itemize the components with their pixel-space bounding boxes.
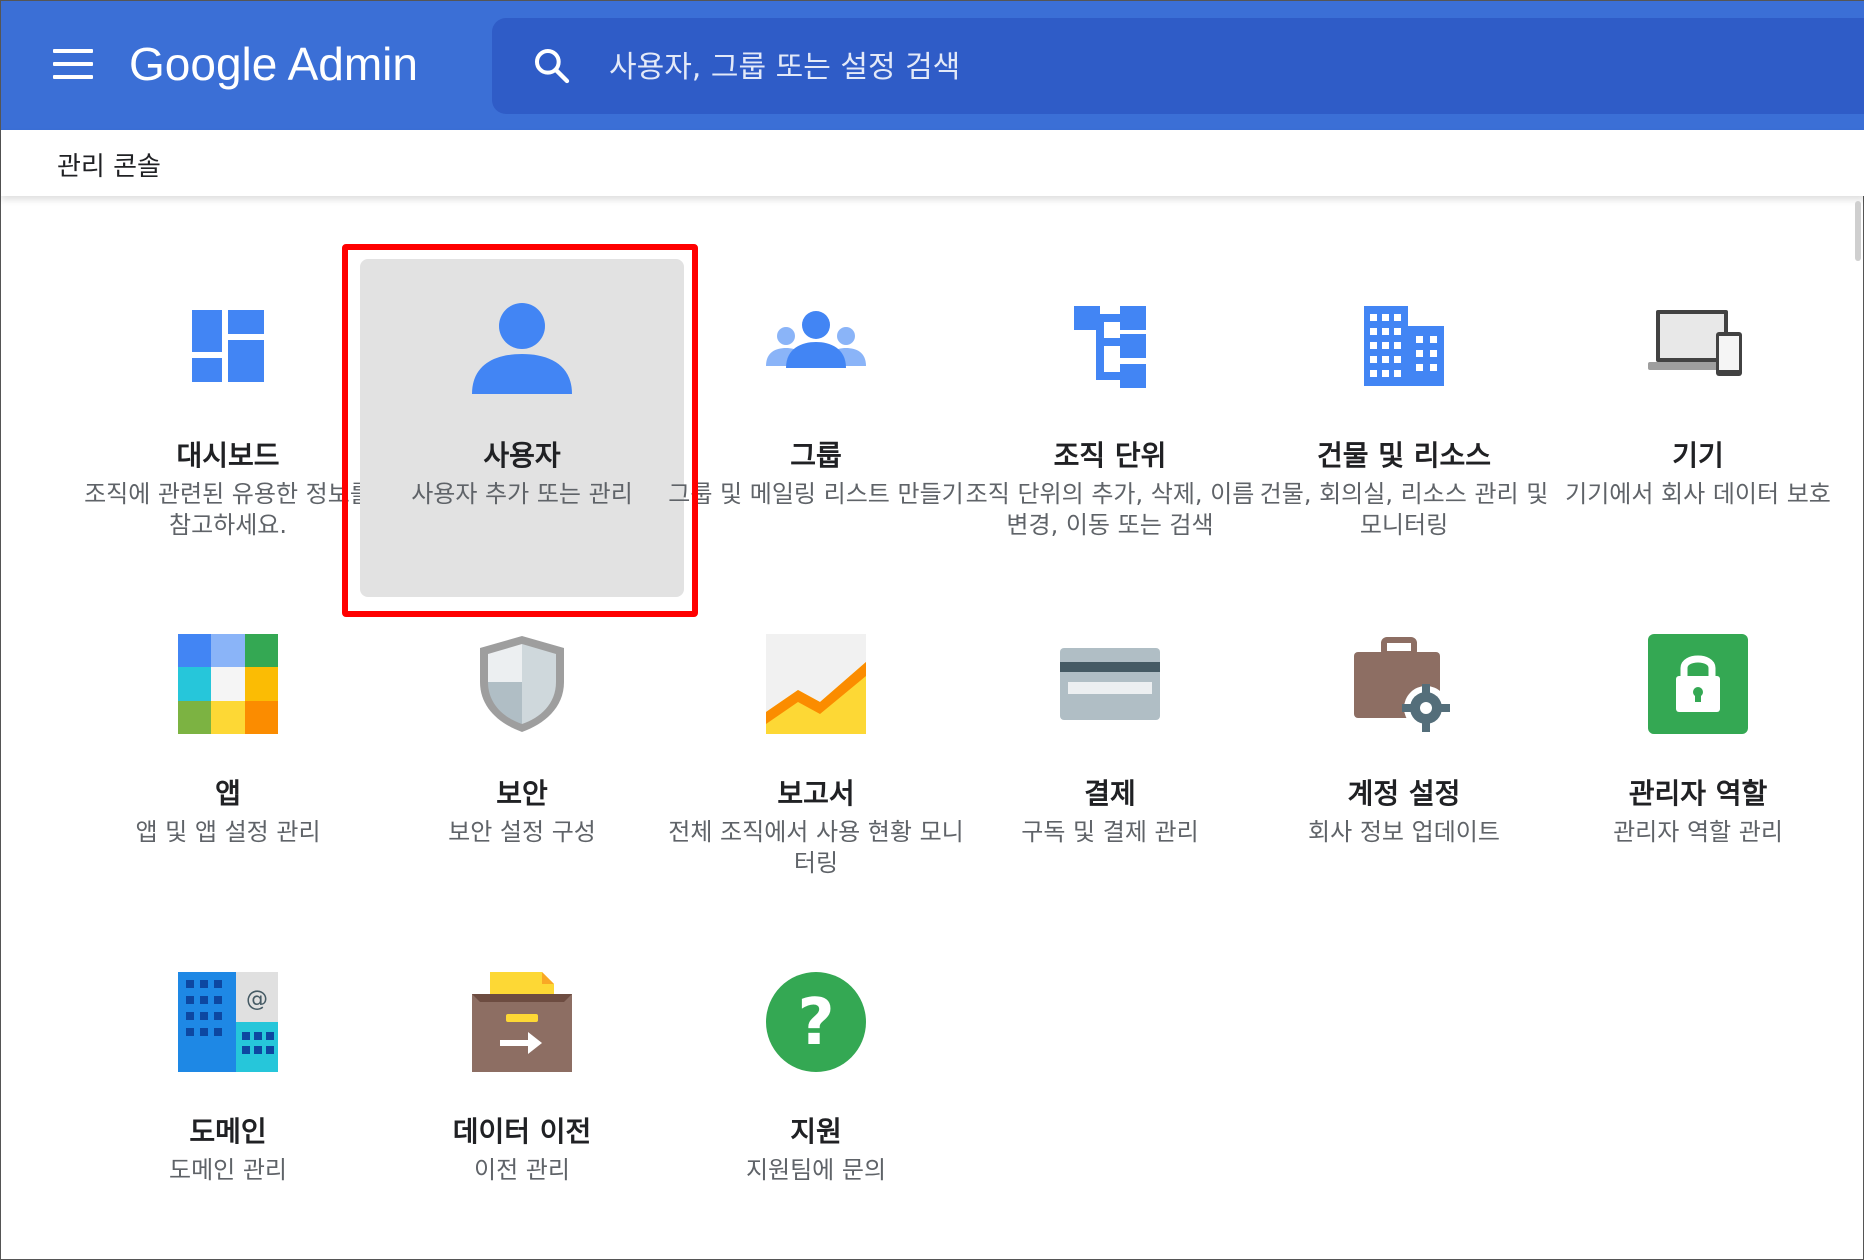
scrollbar-thumb[interactable] [1855, 201, 1861, 261]
tile-description: 그룹 및 메일링 리스트 만들기 [668, 480, 964, 508]
breadcrumb[interactable]: 관리 콘솔 [57, 146, 161, 183]
tile-apps[interactable]: 앱 앱 및 앱 설정 관리 [81, 539, 375, 879]
app-logo[interactable]: Google Admin [129, 37, 418, 91]
tile-domains[interactable]: @ 도메인 도메인 관리 [81, 877, 375, 1217]
admin-roles-lock-icon [1648, 634, 1748, 734]
domains-icon: @ [178, 972, 278, 1072]
tile-support[interactable]: ? 지원 지원팀에 문의 [669, 877, 963, 1217]
security-shield-icon [480, 636, 564, 732]
top-app-bar: Google Admin [1, 1, 1864, 130]
tile-description: 관리자 역할 관리 [1613, 818, 1783, 846]
tile-description: 회사 정보 업데이트 [1308, 818, 1500, 846]
tile-description: 구독 및 결제 관리 [1021, 818, 1199, 846]
billing-card-icon [1060, 648, 1160, 720]
tile-description: 전체 조직에서 사용 현황 모니터링 [668, 818, 964, 877]
tile-title: 계정 설정 [1347, 777, 1461, 810]
tile-title: 앱 [215, 777, 241, 810]
tile-title: 조직 단위 [1053, 439, 1167, 472]
tile-data-migration[interactable]: 데이터 이전 이전 관리 [375, 877, 669, 1217]
tile-title: 관리자 역할 [1628, 777, 1768, 810]
tile-security[interactable]: 보안 보안 설정 구성 [375, 539, 669, 879]
tile-description: 지원팀에 문의 [745, 1156, 887, 1184]
tile-groups[interactable]: 그룹 그룹 및 메일링 리스트 만들기 [668, 201, 964, 541]
menu-icon-line [53, 49, 93, 53]
tile-description: 이전 관리 [474, 1156, 570, 1184]
tile-description: 보안 설정 구성 [448, 818, 596, 846]
tile-dashboard[interactable]: 대시보드 조직에 관련된 유용한 정보를 참고하세요. [81, 201, 375, 541]
tile-title: 대시보드 [176, 439, 280, 472]
tile-title: 건물 및 리소스 [1316, 439, 1492, 472]
tile-title: 결제 [1084, 777, 1136, 810]
tile-users[interactable]: 사용자 사용자 추가 또는 관리 [360, 201, 684, 597]
menu-icon-line [53, 62, 93, 66]
tile-description: 앱 및 앱 설정 관리 [135, 818, 321, 846]
tile-admin-roles[interactable]: 관리자 역할 관리자 역할 관리 [1551, 539, 1845, 879]
tile-title: 기기 [1672, 439, 1724, 472]
svg-text:?: ? [797, 986, 834, 1060]
tile-title: 데이터 이전 [452, 1115, 592, 1148]
tile-billing[interactable]: 결제 구독 및 결제 관리 [963, 539, 1257, 879]
tile-title: 보안 [496, 777, 548, 810]
tile-description: 건물, 회의실, 리소스 관리 및 모니터링 [1259, 480, 1549, 539]
search-input[interactable] [607, 42, 1811, 92]
tile-title: 도메인 [189, 1115, 267, 1148]
tile-org-units[interactable]: 조직 단위 조직 단위의 추가, 삭제, 이름 변경, 이동 또는 검색 [963, 201, 1257, 541]
tile-title: 사용자 [483, 439, 561, 472]
tile-description: 조직 단위의 추가, 삭제, 이름 변경, 이동 또는 검색 [965, 480, 1255, 539]
tile-devices[interactable]: 기기 기기에서 회사 데이터 보호 [1551, 201, 1845, 541]
building-icon [1364, 306, 1444, 386]
tile-description: 사용자 추가 또는 관리 [411, 480, 633, 508]
tile-description: 조직에 관련된 유용한 정보를 참고하세요. [84, 480, 372, 539]
svg-text:@: @ [246, 987, 268, 1012]
menu-icon-line [53, 75, 93, 79]
tile-account-settings[interactable]: 계정 설정 회사 정보 업데이트 [1257, 539, 1551, 879]
devices-icon [1648, 310, 1742, 376]
search-bar[interactable] [492, 18, 1864, 114]
apps-icon [178, 634, 278, 734]
main-menu-button[interactable] [53, 49, 93, 79]
group-icon [766, 311, 866, 368]
tile-buildings-resources[interactable]: 건물 및 리소스 건물, 회의실, 리소스 관리 및 모니터링 [1257, 201, 1551, 541]
org-unit-icon [1074, 306, 1146, 388]
user-icon [472, 303, 572, 394]
tile-reports[interactable]: 보고서 전체 조직에서 사용 현황 모니터링 [668, 539, 964, 879]
tile-description: 도메인 관리 [168, 1156, 288, 1184]
breadcrumb-bar: 관리 콘솔 [1, 130, 1864, 196]
dashboard-icon [192, 310, 264, 382]
tile-description: 기기에서 회사 데이터 보호 [1565, 480, 1831, 508]
tile-title: 보고서 [777, 777, 855, 810]
tile-title: 그룹 [790, 439, 842, 472]
search-icon[interactable] [532, 46, 572, 86]
reports-chart-icon [766, 634, 866, 734]
account-settings-icon [1354, 637, 1450, 732]
tile-title: 지원 [790, 1115, 842, 1148]
support-help-icon: ? [766, 972, 866, 1072]
data-migration-icon [472, 972, 572, 1072]
